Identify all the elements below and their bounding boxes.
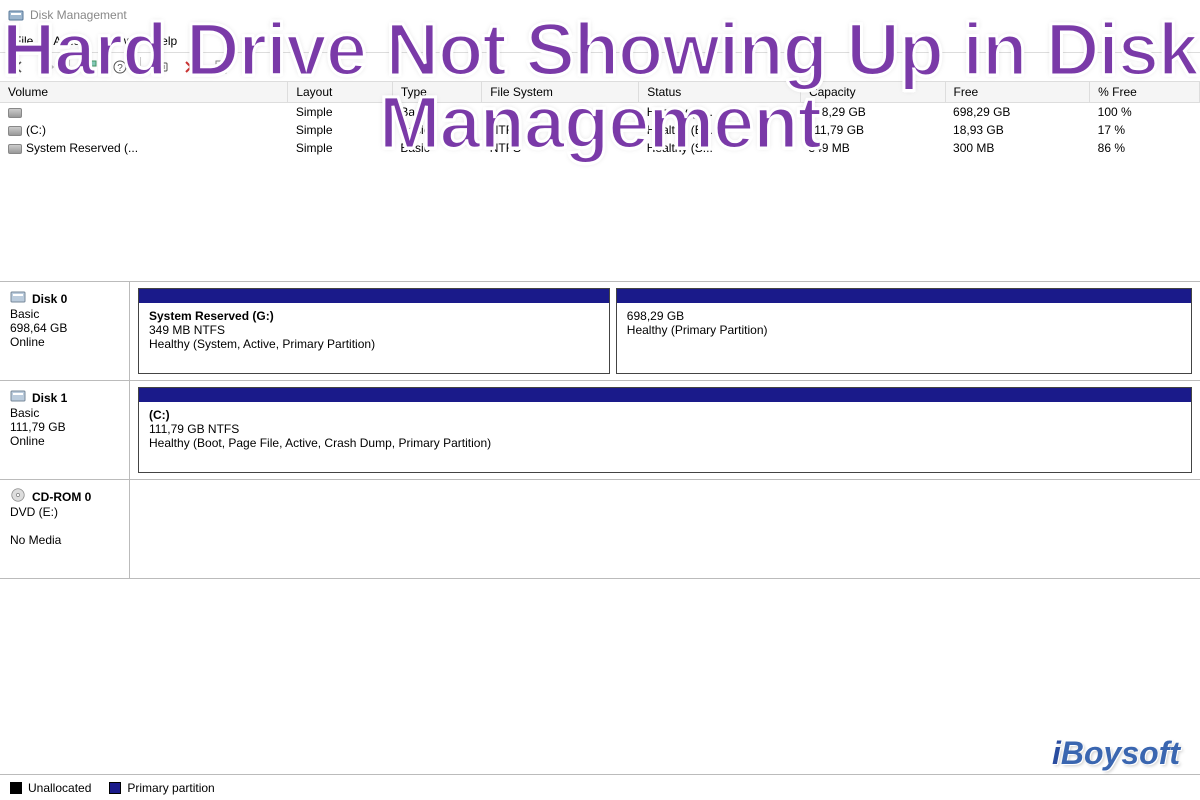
help-button[interactable]: ? <box>107 55 133 79</box>
disk-label: CD-ROM 0DVD (E:) No Media <box>0 480 130 578</box>
col-free[interactable]: Free <box>945 82 1090 103</box>
disk-management-window: Disk Management File Action View Help ? <box>0 0 1200 800</box>
partition[interactable]: (C:)111,79 GB NTFSHealthy (Boot, Page Fi… <box>138 387 1192 473</box>
titlebar: Disk Management <box>0 0 1200 30</box>
col-pctfree[interactable]: % Free <box>1090 82 1200 103</box>
refresh-button[interactable] <box>77 55 103 79</box>
disk-partitions: System Reserved (G:)349 MB NTFSHealthy (… <box>130 282 1200 380</box>
col-filesystem[interactable]: File System <box>482 82 639 103</box>
volume-list-pane: Volume Layout Type File System Status Ca… <box>0 82 1200 282</box>
col-layout[interactable]: Layout <box>288 82 393 103</box>
col-volume[interactable]: Volume <box>0 82 288 103</box>
volume-icon <box>8 144 22 154</box>
svg-text:?: ? <box>117 63 123 74</box>
menu-view[interactable]: View <box>97 32 143 50</box>
partition-color-bar <box>617 289 1191 303</box>
disk-icon <box>10 290 26 307</box>
volume-icon <box>8 108 22 118</box>
delete-button[interactable] <box>178 55 204 79</box>
disk-partitions: (C:)111,79 GB NTFSHealthy (Boot, Page Fi… <box>130 381 1200 479</box>
partition-color-bar <box>139 388 1191 402</box>
menu-action[interactable]: Action <box>43 32 96 50</box>
disk-label: Disk 1Basic111,79 GBOnline <box>0 381 130 479</box>
partition[interactable]: 698,29 GBHealthy (Primary Partition) <box>616 288 1192 374</box>
legend-unallocated: Unallocated <box>10 781 91 795</box>
menu-help[interactable]: Help <box>143 32 188 50</box>
properties-button[interactable] <box>208 55 234 79</box>
disk-label: Disk 0Basic698,64 GBOnline <box>0 282 130 380</box>
legend-primary-partition: Primary partition <box>109 781 214 795</box>
col-type[interactable]: Type <box>392 82 481 103</box>
col-capacity[interactable]: Capacity <box>800 82 945 103</box>
disk-row[interactable]: CD-ROM 0DVD (E:) No Media <box>0 479 1200 579</box>
window-title: Disk Management <box>30 8 127 22</box>
table-row[interactable]: (C:)SimpleBasicNTFSHealthy (B...111,79 G… <box>0 121 1200 139</box>
menubar: File Action View Help <box>0 30 1200 52</box>
volume-table[interactable]: Volume Layout Type File System Status Ca… <box>0 82 1200 157</box>
app-icon <box>8 7 24 23</box>
menu-file[interactable]: File <box>4 32 43 50</box>
volume-icon <box>8 126 22 136</box>
table-row[interactable]: System Reserved (...SimpleBasicNTFSHealt… <box>0 139 1200 157</box>
disk-partitions <box>130 480 1200 578</box>
legend: Unallocated Primary partition <box>0 774 1200 800</box>
col-status[interactable]: Status <box>639 82 801 103</box>
partition[interactable]: System Reserved (G:)349 MB NTFSHealthy (… <box>138 288 610 374</box>
disk-graphical-pane: Disk 0Basic698,64 GBOnlineSystem Reserve… <box>0 282 1200 774</box>
disk-row[interactable]: Disk 1Basic111,79 GBOnline(C:)111,79 GB … <box>0 380 1200 480</box>
cdrom-icon <box>10 488 26 505</box>
action-button[interactable] <box>148 55 174 79</box>
toolbar: ? <box>0 52 1200 82</box>
back-button[interactable] <box>6 55 32 79</box>
disk-icon <box>10 389 26 406</box>
disk-row[interactable]: Disk 0Basic698,64 GBOnlineSystem Reserve… <box>0 282 1200 381</box>
forward-button[interactable] <box>36 55 62 79</box>
partition-color-bar <box>139 289 609 303</box>
table-row[interactable]: SimpleBasicHealthy (B...698,29 GB698,29 … <box>0 103 1200 122</box>
